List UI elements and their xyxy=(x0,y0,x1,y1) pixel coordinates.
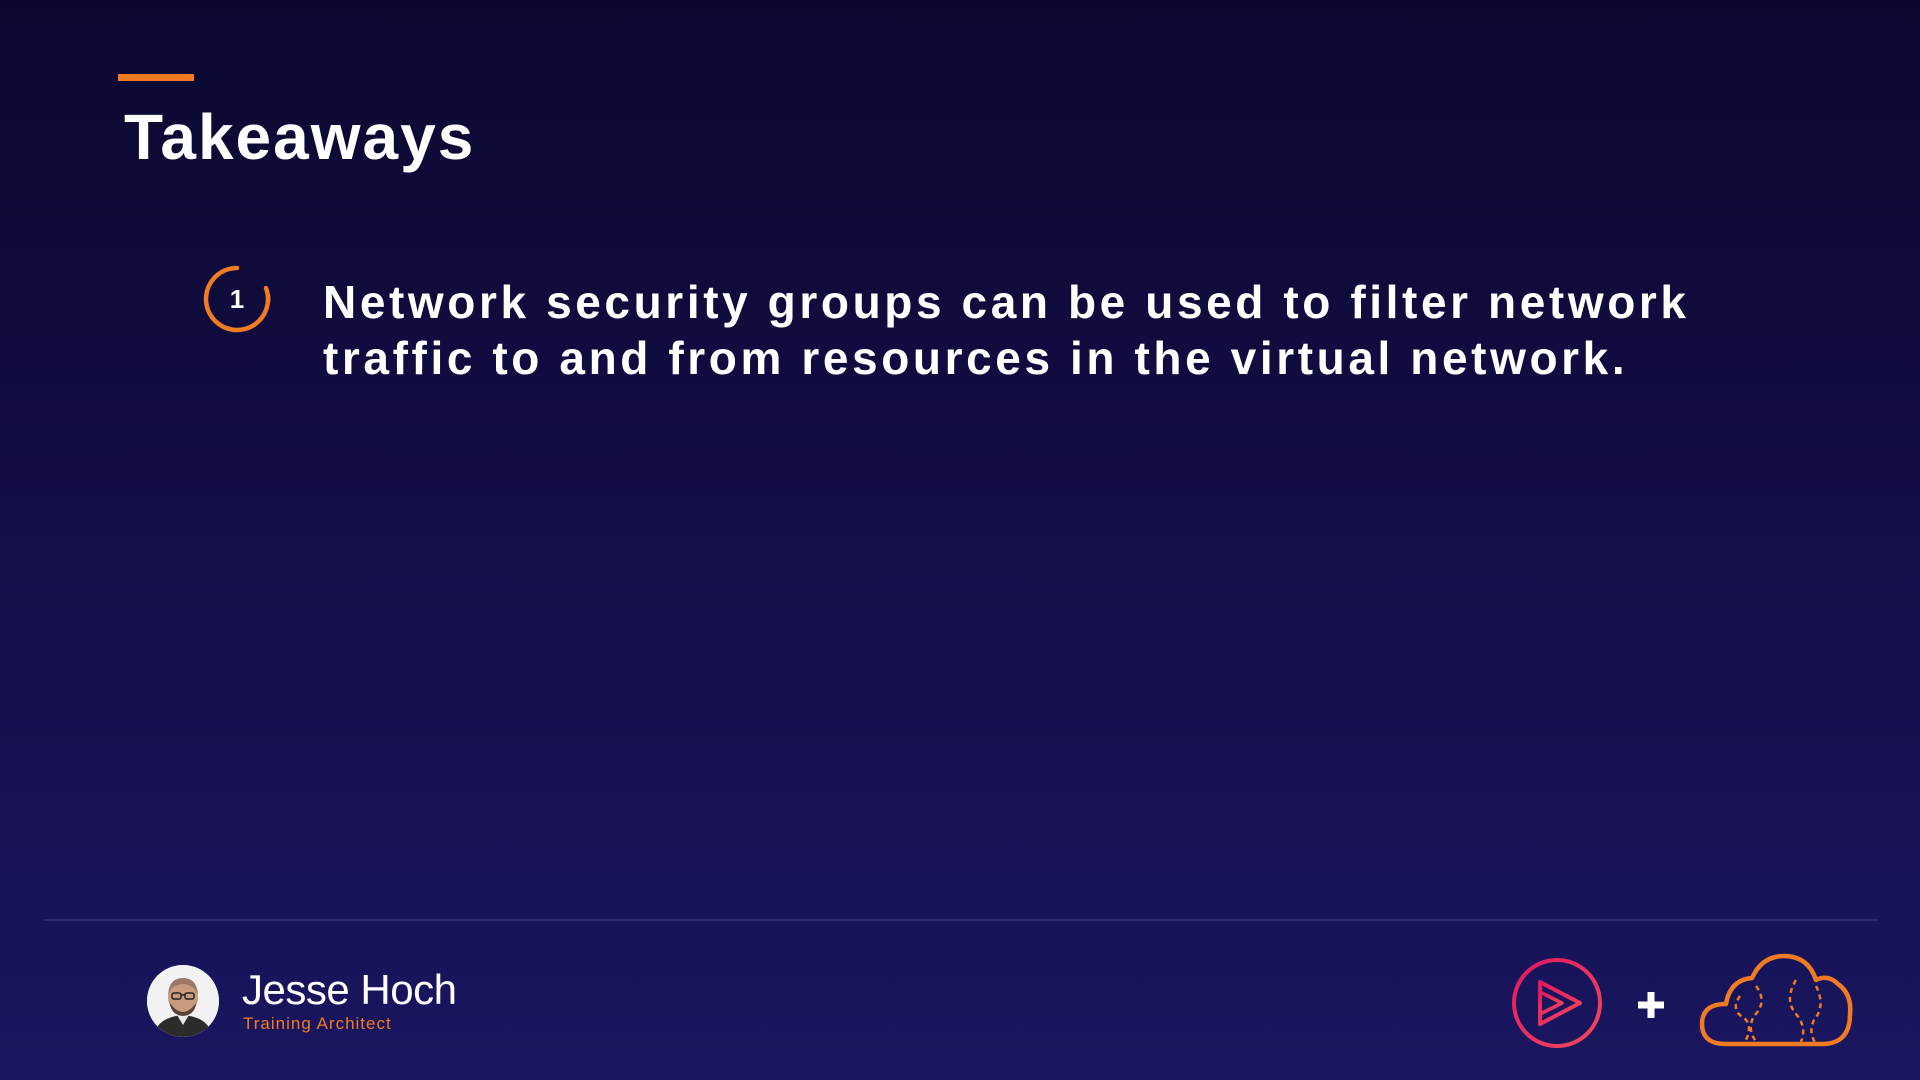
play-logo-icon xyxy=(1510,956,1604,1050)
presenter-name: Jesse Hoch xyxy=(242,966,457,1013)
slide-title: Takeaways xyxy=(124,101,476,173)
presenter-avatar xyxy=(147,965,219,1037)
presenter-role: Training Architect xyxy=(243,1014,392,1033)
footer-divider xyxy=(44,919,1878,921)
takeaway-text: Network security groups can be used to f… xyxy=(323,276,1690,384)
plus-icon xyxy=(1636,990,1666,1020)
cloud-logo-icon xyxy=(1696,950,1856,1050)
slide: Takeaways 1 Network security groups can … xyxy=(0,0,1920,1080)
takeaway-number: 1 xyxy=(229,284,245,314)
title-accent-bar xyxy=(118,74,194,81)
number-ring-icon: 1 xyxy=(200,262,274,336)
